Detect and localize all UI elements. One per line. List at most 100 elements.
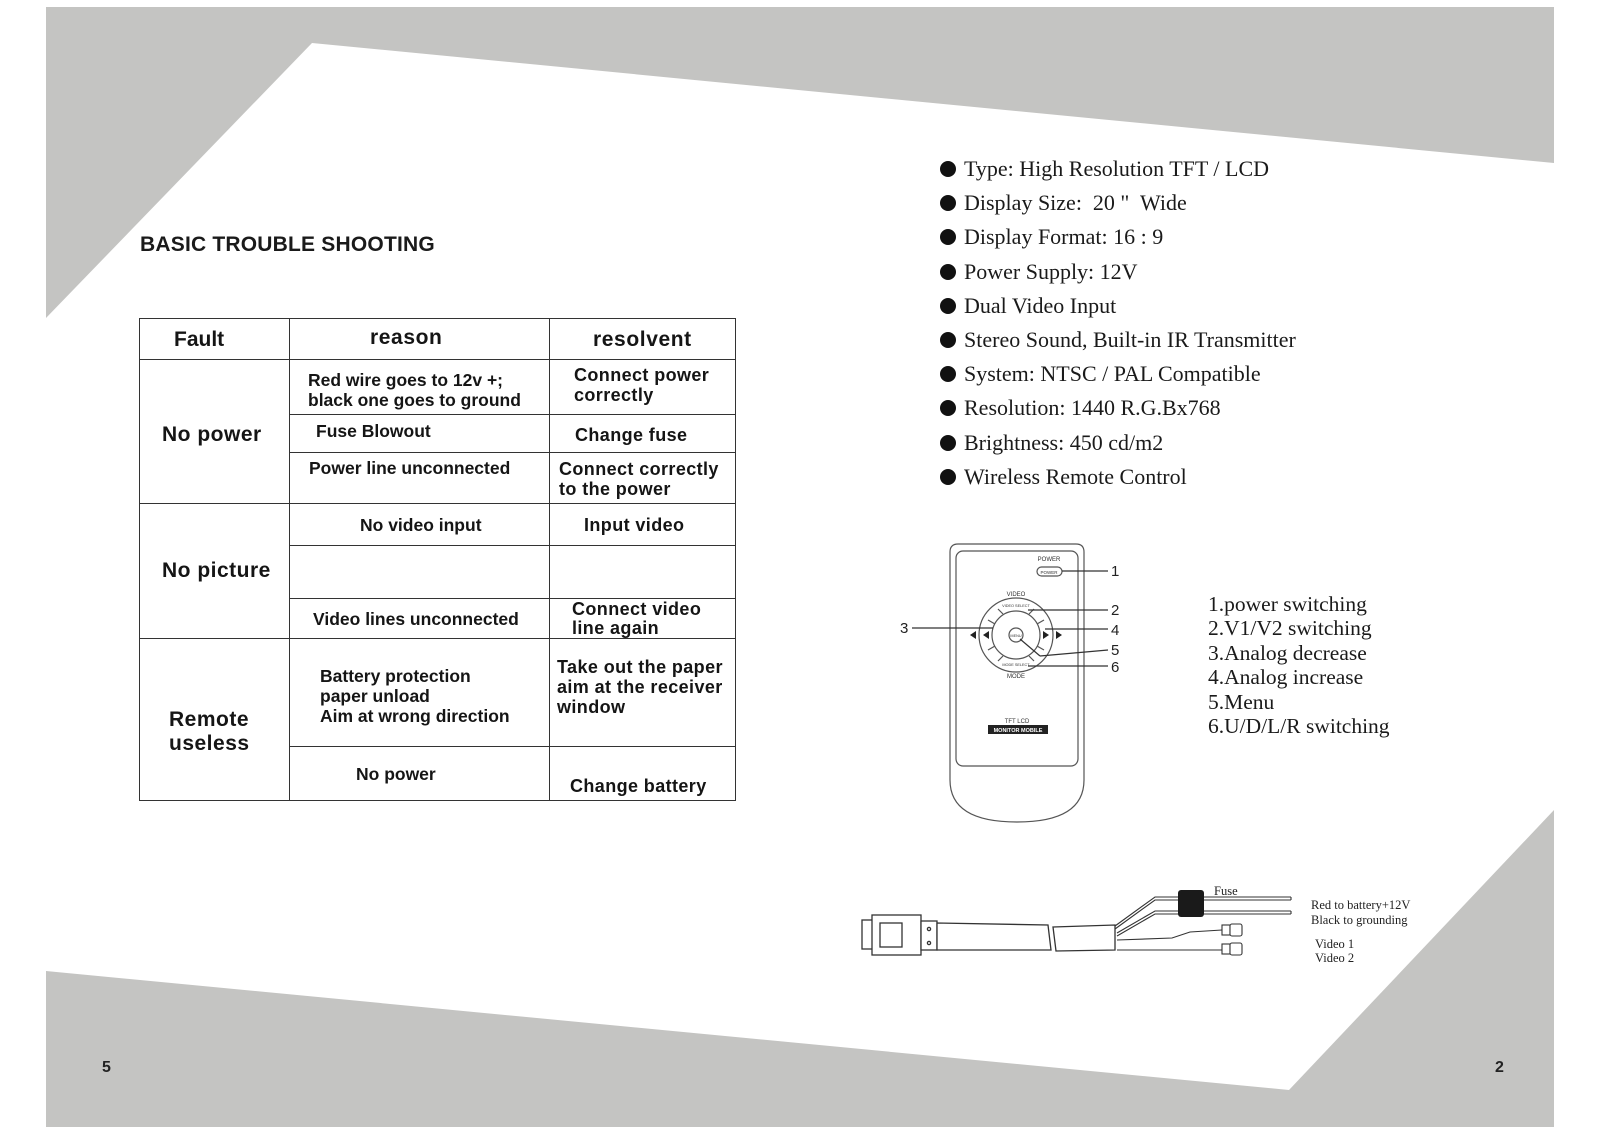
spec-text: Resolution: 1440 R.G.Bx768 <box>964 395 1221 421</box>
reason-text: Red wire goes to 12v +; black one goes t… <box>308 370 521 410</box>
header-resolvent: resolvent <box>549 318 736 360</box>
video-label: VIDEO <box>1007 592 1026 598</box>
callout-3: 3 <box>900 620 908 637</box>
video1-connector <box>1221 924 1231 936</box>
table-row: Fuse Blowout <box>289 414 550 453</box>
bullet-icon <box>940 468 956 485</box>
header-fault-text: Fault <box>174 328 225 351</box>
reason-text: Fuse Blowout <box>316 421 431 441</box>
spec-text: Display Size: 20 " Wide <box>964 190 1187 216</box>
legend-item: 1.power switching <box>1208 592 1367 616</box>
video2-label: Video 2 <box>1315 951 1355 965</box>
reason-text: No video input <box>360 515 482 535</box>
resolvent-text: Take out the paper aim at the receiver w… <box>557 657 723 717</box>
callout-5: 5 <box>1111 642 1119 659</box>
connector-collar <box>920 920 938 951</box>
spec-item: Type: High Resolution TFT / LCD <box>940 152 1296 186</box>
troubleshooting-table: Fault reason resolvent No power Red wire… <box>139 318 736 801</box>
remote-legend: 1.power switching 2.V1/V2 switching 3.An… <box>1208 592 1390 738</box>
spec-text: Dual Video Input <box>964 292 1117 318</box>
table-row: No video input <box>289 503 550 546</box>
brand-line2: MONITOR MOBILE <box>994 728 1043 734</box>
table-row: No power <box>289 746 550 801</box>
spec-text: Wireless Remote Control <box>964 463 1187 489</box>
callout-6: 6 <box>1111 659 1119 676</box>
reason-text: Battery protection paper unload Aim at w… <box>320 666 510 726</box>
mode-label: MODE <box>1007 674 1025 680</box>
page-number-left: 5 <box>102 1059 111 1076</box>
fault-no-picture-text: No picture <box>162 559 271 582</box>
table-row: Red wire goes to 12v +; black one goes t… <box>289 359 550 415</box>
table-row-empty <box>289 545 550 599</box>
fault-remote-useless: Remote useless <box>139 638 290 801</box>
table-row: Battery protection paper unload Aim at w… <box>289 638 550 747</box>
table-row: Connect power correctly <box>549 359 736 415</box>
bullet-icon <box>940 434 956 451</box>
resolvent-text: Change fuse <box>575 425 688 445</box>
black-wire-label: Black to grounding <box>1311 913 1408 927</box>
mode-select-button: MODE SELECT <box>1002 663 1030 667</box>
fault-no-picture: No picture <box>139 503 290 639</box>
table-row: Input video <box>549 503 736 546</box>
reason-text: No power <box>356 764 436 784</box>
spec-item: Brightness: 450 cd/m2 <box>940 426 1296 460</box>
fault-remote-useless-text: Remote useless <box>169 708 250 755</box>
bullet-icon <box>940 229 956 246</box>
header-reason: reason <box>289 318 550 360</box>
spec-item: Dual Video Input <box>940 289 1296 323</box>
spec-list: Type: High Resolution TFT / LCD Display … <box>940 152 1296 494</box>
spec-item: Stereo Sound, Built-in IR Transmitter <box>940 323 1296 357</box>
arrow-right-inner-icon <box>1043 631 1049 639</box>
fuse-label: Fuse <box>1214 884 1238 898</box>
table-row: Change fuse <box>549 414 736 453</box>
table-row: Connect video line again <box>549 598 736 639</box>
header-resolvent-text: resolvent <box>593 328 692 351</box>
cable-segment-1 <box>936 922 1052 951</box>
legend-item: 6.U/D/L/R switching <box>1208 714 1390 739</box>
header-reason-text: reason <box>370 326 443 349</box>
resolvent-text: Change battery <box>570 776 707 796</box>
remote-body <box>949 543 1085 823</box>
table-row: Take out the paper aim at the receiver w… <box>549 638 736 747</box>
legend-item: 5.Menu <box>1208 689 1275 714</box>
arrow-right-icon <box>1056 631 1062 639</box>
arrow-left-icon <box>970 631 976 639</box>
callout-1: 1 <box>1111 563 1119 580</box>
connector-window <box>879 922 903 948</box>
resolvent-text: Input video <box>584 515 685 535</box>
resolvent-text: Connect power correctly <box>574 365 710 405</box>
table-row: Video lines unconnected <box>289 598 550 639</box>
spec-text: Stereo Sound, Built-in IR Transmitter <box>964 327 1296 353</box>
reason-text: Power line unconnected <box>309 458 511 478</box>
power-button: POWER <box>1040 570 1058 575</box>
menu-button: MENU <box>1010 634 1021 638</box>
resolvent-text: Connect video line again <box>572 599 702 638</box>
fuse-block <box>1178 890 1204 917</box>
page-number-right: 2 <box>1495 1059 1504 1076</box>
fault-no-power-text: No power <box>162 423 262 446</box>
spec-text: Brightness: 450 cd/m2 <box>964 429 1164 455</box>
bullet-icon <box>940 161 956 178</box>
legend-item: 4.Analog increase <box>1208 665 1364 690</box>
spec-text: System: NTSC / PAL Compatible <box>964 361 1261 387</box>
table-row: Connect correctly to the power <box>549 452 736 504</box>
brand-line1: TFT LCD <box>1005 719 1030 725</box>
legend-item: 3.Analog decrease <box>1208 640 1367 665</box>
bullet-icon <box>940 332 956 349</box>
power-label: POWER <box>1038 557 1061 563</box>
bullet-icon <box>940 195 956 212</box>
spec-item: Wireless Remote Control <box>940 460 1296 494</box>
bullet-icon <box>940 400 956 417</box>
arrow-left-inner-icon <box>983 631 989 639</box>
spec-text: Type: High Resolution TFT / LCD <box>964 156 1270 182</box>
video2-connector <box>1221 943 1231 955</box>
spec-item: System: NTSC / PAL Compatible <box>940 357 1296 391</box>
video-select-button: VIDEO SELECT <box>1002 604 1030 608</box>
cable-segment-2 <box>1052 924 1116 952</box>
bullet-icon <box>940 366 956 383</box>
header-fault: Fault <box>139 318 290 360</box>
callout-4: 4 <box>1111 622 1119 639</box>
reason-text: Video lines unconnected <box>313 609 519 629</box>
spec-item: Resolution: 1440 R.G.Bx768 <box>940 391 1296 425</box>
legend-item: 2.V1/V2 switching <box>1208 616 1372 641</box>
